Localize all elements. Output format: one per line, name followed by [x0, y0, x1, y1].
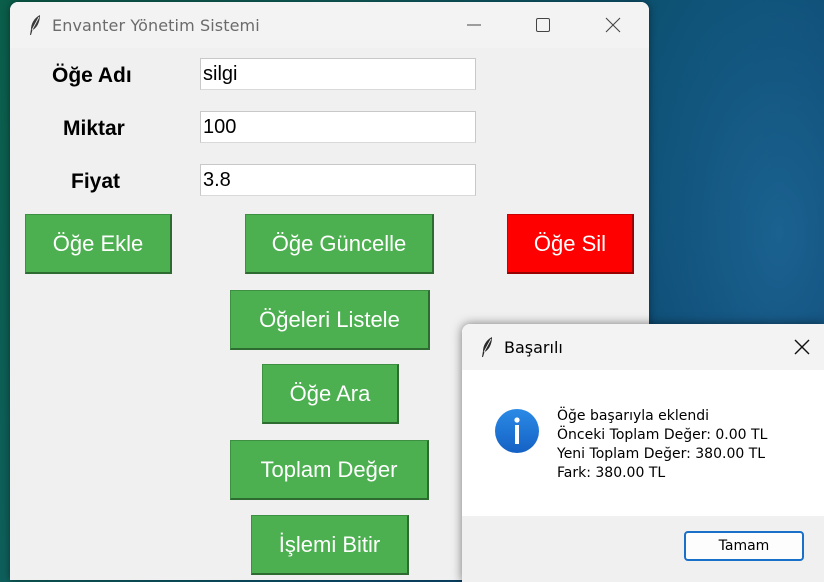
dialog-message: Öğe başarıyla eklendi Önceki Toplam Değe…	[557, 407, 767, 483]
price-label: Fiyat	[71, 170, 121, 193]
message-line: Yeni Toplam Değer: 380.00 TL	[557, 446, 766, 462]
dialog-title: Başarılı	[504, 338, 563, 357]
total-value-button[interactable]: Toplam Değer	[230, 440, 429, 500]
feather-icon	[30, 15, 40, 35]
dialog-title-bar[interactable]: Başarılı	[462, 324, 824, 370]
update-item-button[interactable]: Öğe Güncelle	[245, 214, 434, 274]
search-item-button[interactable]: Öğe Ara	[262, 364, 399, 424]
delete-item-button[interactable]: Öğe Sil	[507, 214, 634, 274]
close-icon	[605, 17, 621, 33]
maximize-icon	[536, 18, 550, 32]
info-icon	[495, 409, 539, 453]
maximize-button[interactable]	[520, 2, 566, 48]
add-item-button[interactable]: Öğe Ekle	[25, 214, 172, 274]
title-bar[interactable]: Envanter Yönetim Sistemi	[10, 2, 649, 48]
close-button[interactable]	[590, 2, 636, 48]
minimize-icon	[467, 24, 481, 26]
message-line: Öğe başarıyla eklendi	[557, 408, 710, 424]
item-name-input[interactable]	[200, 58, 476, 90]
finish-button[interactable]: İşlemi Bitir	[251, 515, 409, 575]
list-items-button[interactable]: Öğeleri Listele	[230, 290, 430, 350]
success-dialog: Başarılı Öğe başarıyla eklendi Önceki To…	[462, 324, 824, 582]
minimize-button[interactable]	[451, 2, 497, 48]
quantity-label: Miktar	[63, 117, 125, 140]
quantity-input[interactable]	[200, 111, 476, 143]
dialog-footer: Tamam	[462, 516, 824, 582]
message-line: Önceki Toplam Değer: 0.00 TL	[557, 427, 768, 443]
item-name-label: Öğe Adı	[52, 64, 132, 87]
price-input[interactable]	[200, 164, 476, 196]
window-title: Envanter Yönetim Sistemi	[52, 16, 260, 35]
dialog-body: Öğe başarıyla eklendi Önceki Toplam Değe…	[462, 370, 824, 516]
close-icon	[794, 339, 810, 355]
ok-button[interactable]: Tamam	[684, 531, 804, 561]
dialog-close-button[interactable]	[780, 324, 824, 370]
feather-icon	[482, 337, 492, 357]
message-line: Fark: 380.00 TL	[557, 465, 666, 481]
